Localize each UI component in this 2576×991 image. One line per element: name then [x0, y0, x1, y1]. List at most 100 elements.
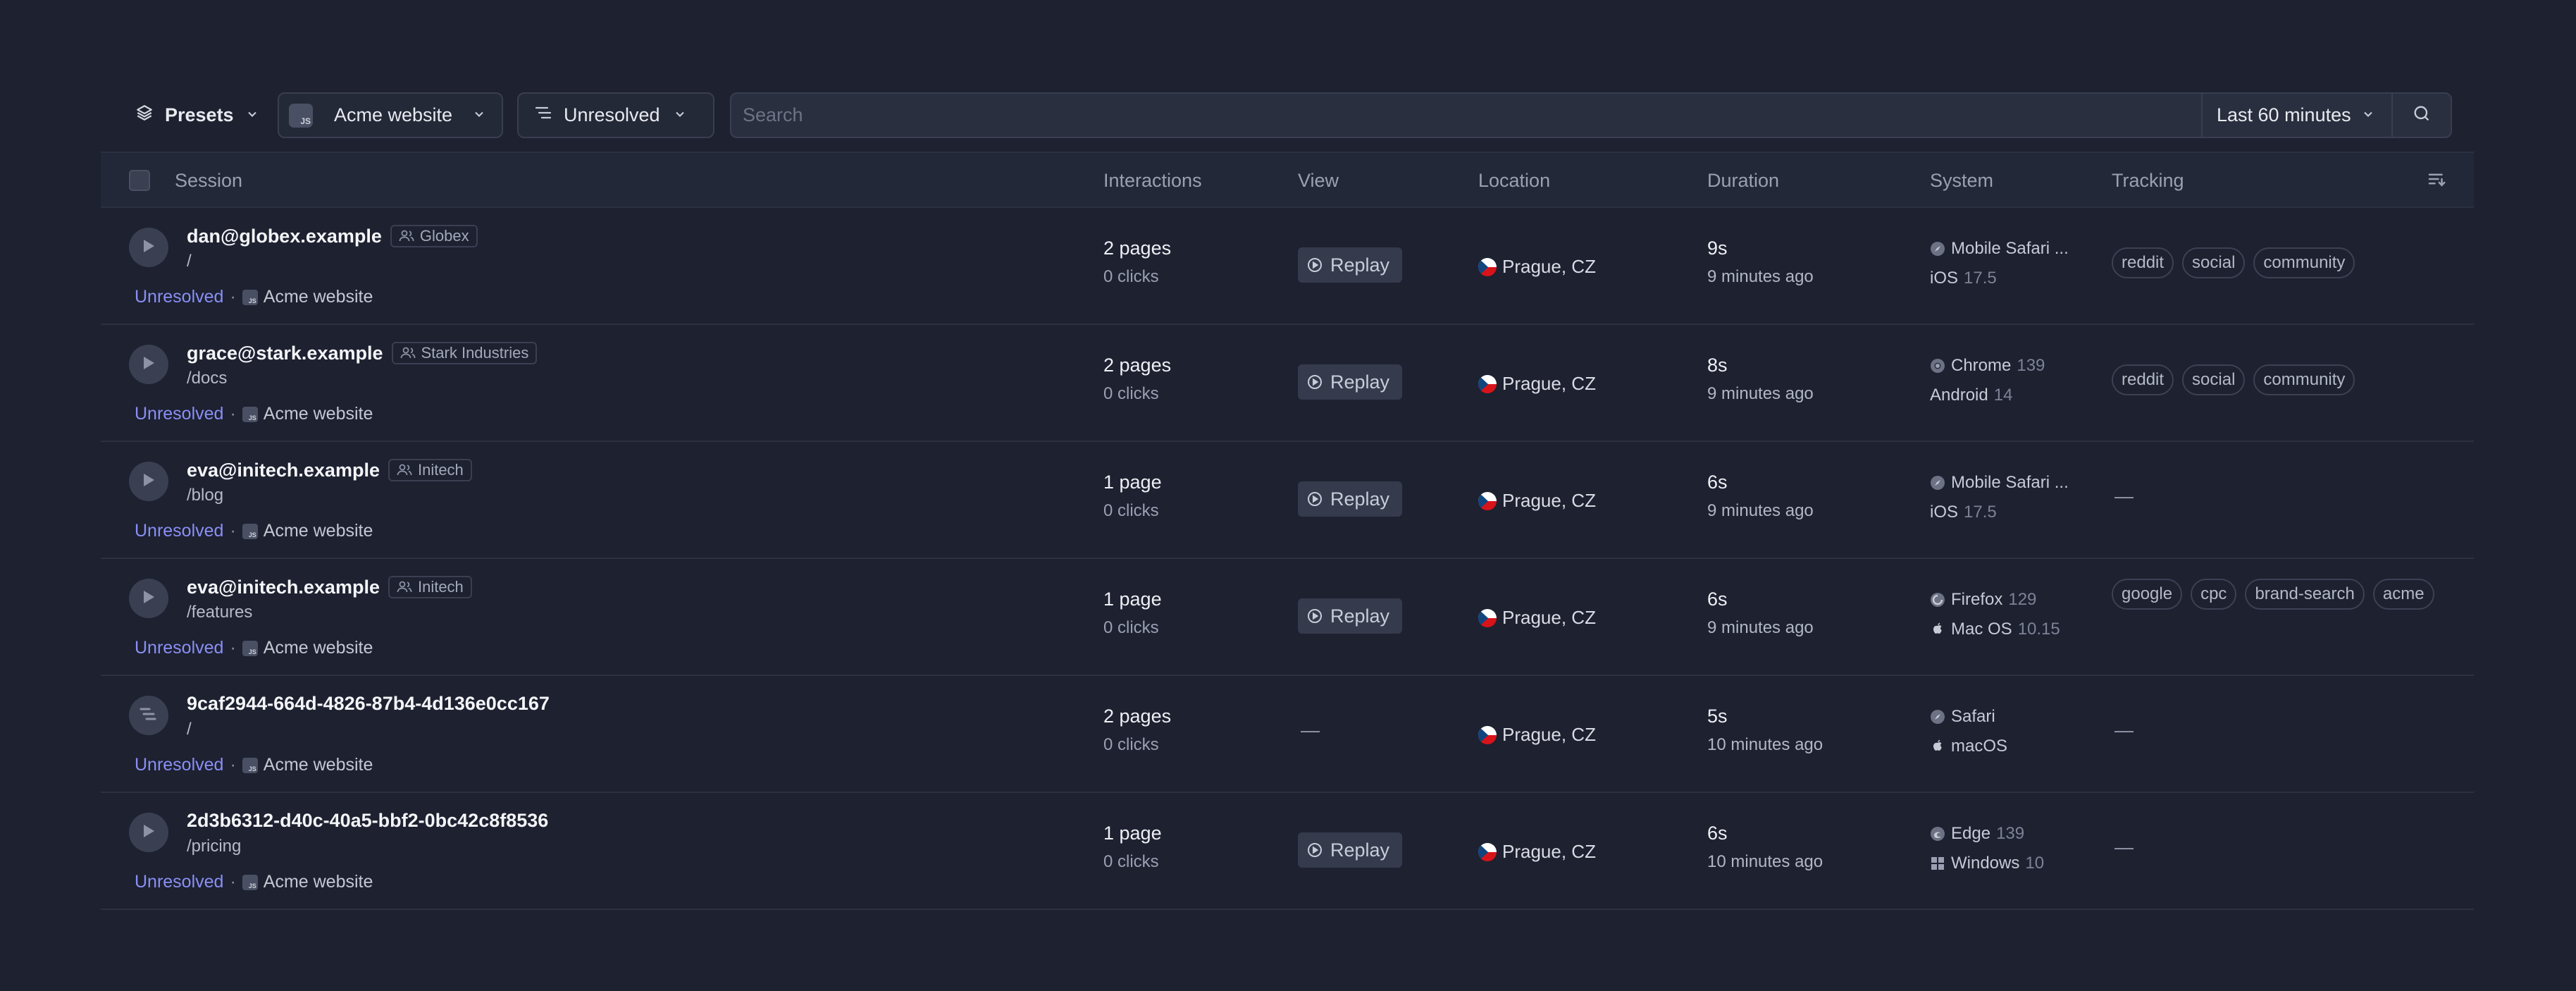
- users-icon: [397, 464, 412, 476]
- czech-flag-icon: [1478, 374, 1497, 393]
- organization-name: Globex: [419, 227, 469, 245]
- browser-name: Firefox: [1951, 590, 2003, 609]
- time-range-selector[interactable]: Last 60 minutes: [2201, 94, 2391, 137]
- session-identity: dan@globex.example Globex: [187, 225, 478, 247]
- status-label[interactable]: Unresolved: [135, 638, 223, 658]
- session-meta: Unresolved · JS Acme website: [135, 287, 373, 307]
- play-session-button[interactable]: [129, 228, 168, 267]
- click-count: 0 clicks: [1103, 384, 1159, 403]
- users-icon: [397, 581, 412, 593]
- tracking-tag[interactable]: community: [2253, 364, 2355, 395]
- tracking-tag[interactable]: acme: [2372, 579, 2434, 610]
- replay-button[interactable]: Replay: [1298, 832, 1402, 868]
- status-filter-label: Unresolved: [564, 104, 660, 125]
- session-duration: 8s: [1707, 355, 1728, 376]
- site-selector[interactable]: JS Acme website: [278, 92, 503, 138]
- table-header: Session Interactions View Location Durat…: [101, 152, 2474, 208]
- session-time-ago: 9 minutes ago: [1707, 618, 1814, 637]
- browser-info: Mobile Safari ...: [1930, 473, 2074, 493]
- browser-version: 129: [2008, 590, 2037, 609]
- click-count: 0 clicks: [1103, 852, 1159, 871]
- table-row[interactable]: dan@globex.example Globex / Unresolved ·…: [101, 208, 2474, 325]
- page-count: 1 page: [1103, 472, 1162, 493]
- column-view[interactable]: View: [1298, 170, 1339, 192]
- tracking-tag[interactable]: brand-search: [2245, 579, 2365, 610]
- chrome-icon: [1930, 358, 1945, 374]
- page-count: 1 page: [1103, 589, 1162, 610]
- play-session-button[interactable]: [129, 462, 168, 501]
- tracking-tag[interactable]: community: [2253, 247, 2355, 278]
- replay-button[interactable]: Replay: [1298, 247, 1402, 283]
- session-events-button[interactable]: [129, 696, 168, 735]
- site-selector-label: Acme website: [334, 104, 453, 125]
- column-duration[interactable]: Duration: [1707, 170, 1779, 192]
- presets-button[interactable]: Presets: [120, 92, 273, 138]
- anonymous-user-id[interactable]: 2d3b6312-d40c-40a5-bbf2-0bc42c8f8536: [187, 810, 548, 832]
- site-name: Acme website: [263, 638, 373, 658]
- tracking-tag[interactable]: reddit: [2112, 247, 2174, 278]
- replay-button[interactable]: Replay: [1298, 364, 1402, 400]
- play-icon: [141, 589, 156, 609]
- location-text: Prague, CZ: [1502, 490, 1596, 511]
- play-session-button[interactable]: [129, 345, 168, 384]
- status-filter[interactable]: Unresolved: [517, 92, 714, 138]
- user-email[interactable]: grace@stark.example: [187, 343, 383, 364]
- table-row[interactable]: eva@initech.example Initech /blog Unreso…: [101, 442, 2474, 559]
- column-interactions[interactable]: Interactions: [1103, 170, 1202, 192]
- play-session-button[interactable]: [129, 579, 168, 618]
- os-version: 17.5: [1964, 269, 1997, 288]
- table-row[interactable]: 2d3b6312-d40c-40a5-bbf2-0bc42c8f8536 /pr…: [101, 793, 2474, 910]
- table-row[interactable]: 9caf2944-664d-4826-87b4-4d136e0cc167 / U…: [101, 676, 2474, 793]
- user-email[interactable]: dan@globex.example: [187, 226, 382, 247]
- table-row[interactable]: grace@stark.example Stark Industries /do…: [101, 325, 2474, 442]
- tracking-tag[interactable]: reddit: [2112, 364, 2174, 395]
- tracking-tag[interactable]: google: [2112, 579, 2183, 610]
- site-name: Acme website: [263, 521, 373, 541]
- column-system[interactable]: System: [1930, 170, 1993, 192]
- browser-name: Mobile Safari ...: [1951, 239, 2069, 258]
- search-input[interactable]: [731, 94, 2201, 137]
- location-text: Prague, CZ: [1502, 724, 1596, 745]
- safari-icon: [1930, 241, 1945, 257]
- tracking-tag[interactable]: social: [2182, 247, 2246, 278]
- anonymous-user-id[interactable]: 9caf2944-664d-4826-87b4-4d136e0cc167: [187, 693, 550, 715]
- status-label[interactable]: Unresolved: [135, 872, 223, 892]
- session-duration: 9s: [1707, 238, 1728, 259]
- user-email[interactable]: eva@initech.example: [187, 460, 380, 481]
- search-button[interactable]: [2391, 94, 2451, 137]
- replay-button[interactable]: Replay: [1298, 598, 1402, 634]
- browser-info: Safari: [1930, 707, 1995, 727]
- apple-icon: [1930, 622, 1945, 637]
- session-meta: Unresolved · JS Acme website: [135, 872, 373, 892]
- select-all-checkbox[interactable]: [129, 170, 150, 191]
- browser-name: Edge: [1951, 824, 1991, 843]
- column-settings-icon[interactable]: [2426, 168, 2447, 195]
- location: Prague, CZ: [1478, 607, 1596, 629]
- table-row[interactable]: eva@initech.example Initech /features Un…: [101, 559, 2474, 676]
- session-meta: Unresolved · JS Acme website: [135, 404, 373, 424]
- column-location[interactable]: Location: [1478, 170, 1550, 192]
- column-tracking[interactable]: Tracking: [2112, 170, 2184, 192]
- replay-button[interactable]: Replay: [1298, 481, 1402, 517]
- replay-label: Replay: [1330, 605, 1390, 627]
- status-label[interactable]: Unresolved: [135, 755, 223, 775]
- play-session-button[interactable]: [129, 813, 168, 852]
- location-text: Prague, CZ: [1502, 256, 1596, 277]
- column-session[interactable]: Session: [175, 170, 242, 192]
- session-duration: 6s: [1707, 472, 1728, 493]
- location-text: Prague, CZ: [1502, 841, 1596, 862]
- status-label[interactable]: Unresolved: [135, 404, 223, 424]
- os-name: macOS: [1951, 737, 2008, 756]
- user-email[interactable]: eva@initech.example: [187, 577, 380, 598]
- location-text: Prague, CZ: [1502, 373, 1596, 394]
- site-name: Acme website: [263, 872, 373, 892]
- status-label[interactable]: Unresolved: [135, 521, 223, 541]
- session-time-ago: 10 minutes ago: [1707, 735, 1823, 754]
- tracking-tag[interactable]: social: [2182, 364, 2246, 395]
- location: Prague, CZ: [1478, 373, 1596, 395]
- session-duration: 6s: [1707, 823, 1728, 844]
- tracking-tag[interactable]: cpc: [2191, 579, 2237, 610]
- tracking-empty: —: [2114, 720, 2134, 741]
- status-label[interactable]: Unresolved: [135, 287, 223, 307]
- os-version: 17.5: [1964, 503, 1997, 522]
